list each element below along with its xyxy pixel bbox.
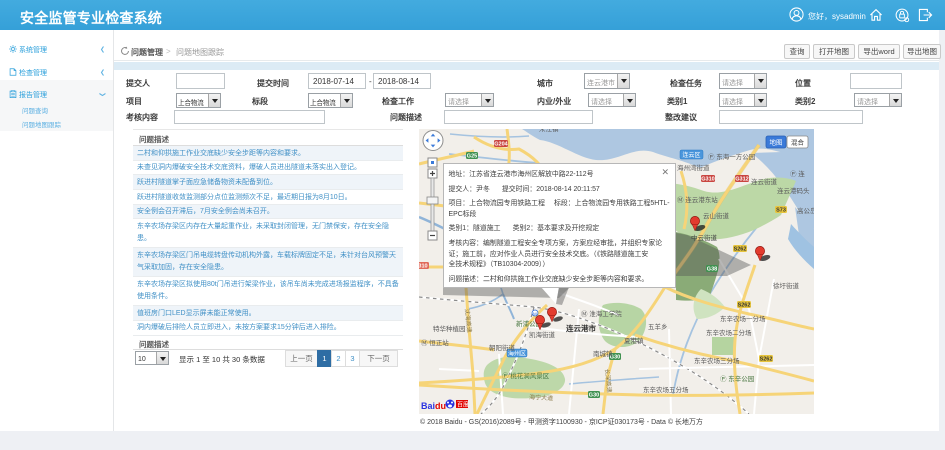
svg-text:海州湾街道: 海州湾街道 xyxy=(677,163,710,172)
svg-text:地图: 地图 xyxy=(770,138,783,147)
svg-text:M: M xyxy=(533,312,537,317)
svg-text:Bai: Bai xyxy=(421,401,435,411)
svg-text:朝阳街道: 朝阳街道 xyxy=(489,343,516,352)
svg-text:G38: G38 xyxy=(707,267,717,273)
svg-text:Ⓜ 恒正站: Ⓜ 恒正站 xyxy=(421,338,449,347)
svg-text:Ⓟ 东海一方公园: Ⓟ 东海一方公园 xyxy=(708,152,755,161)
svg-text:云山街道: 云山街道 xyxy=(703,211,730,220)
svg-text:宋江镇: 宋江镇 xyxy=(539,129,559,133)
svg-text:百度: 百度 xyxy=(457,401,469,409)
svg-text:Ⓜ 连云港东站: Ⓜ 连云港东站 xyxy=(677,195,718,204)
svg-text:高公岛: 高公岛 xyxy=(797,206,814,215)
svg-text:中云街道: 中云街道 xyxy=(691,233,718,242)
svg-text:Ⓟ 东辛公园: Ⓟ 东辛公园 xyxy=(720,374,754,383)
svg-text:G204: G204 xyxy=(494,142,508,148)
svg-text:徐圩街道: 徐圩街道 xyxy=(773,281,800,290)
svg-text:S262: S262 xyxy=(738,303,751,309)
svg-text:东辛农场一分场: 东辛农场一分场 xyxy=(720,314,766,323)
svg-text:S73: S73 xyxy=(776,208,786,214)
svg-text:G310: G310 xyxy=(701,177,714,183)
svg-text:凯海街道: 凯海街道 xyxy=(529,330,556,339)
svg-text:混合: 混合 xyxy=(791,138,805,147)
svg-text:S262: S262 xyxy=(760,357,773,363)
svg-text:东辛农场三分场: 东辛农场三分场 xyxy=(694,356,740,365)
svg-text:G25: G25 xyxy=(467,154,477,160)
svg-text:连云港码头: 连云港码头 xyxy=(777,186,810,195)
svg-text:连云街道: 连云街道 xyxy=(751,177,778,186)
svg-text:连云港市: 连云港市 xyxy=(566,323,596,333)
svg-text:夏港镇: 夏港镇 xyxy=(624,336,644,345)
svg-text:S262: S262 xyxy=(734,247,747,253)
svg-text:Ⓜ 淮海工学院: Ⓜ 淮海工学院 xyxy=(581,309,622,318)
svg-text:东辛农场五分场: 东辛农场五分场 xyxy=(643,385,689,394)
svg-text:G30: G30 xyxy=(589,393,599,399)
svg-text:Ⓟ 连: Ⓟ 连 xyxy=(790,169,805,178)
svg-text:G312: G312 xyxy=(735,177,748,183)
svg-text:du: du xyxy=(435,401,446,411)
svg-text:五羊乡: 五羊乡 xyxy=(648,322,668,331)
svg-text:特华种植园: 特华种植园 xyxy=(433,324,466,333)
svg-text:东辛农场二分场: 东辛农场二分场 xyxy=(706,328,752,337)
svg-text:连云区: 连云区 xyxy=(682,151,700,159)
svg-text:南城镇: 南城镇 xyxy=(593,349,613,358)
svg-text:Ⓟ 桃花涧风景区: Ⓟ 桃花涧风景区 xyxy=(502,371,550,380)
svg-text:310: 310 xyxy=(419,264,428,270)
